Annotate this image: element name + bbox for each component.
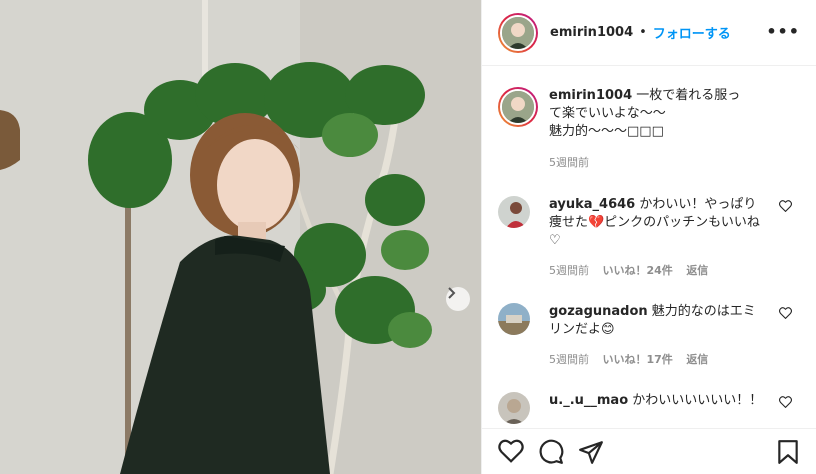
heart-icon[interactable] — [779, 307, 792, 319]
comment-text: かわいいいいいい！！ — [632, 393, 763, 408]
comment-avatar[interactable] — [498, 303, 530, 335]
post-viewer: emirin1004 • フォローする ••• emirin1004 一枚で着れ… — [0, 0, 816, 474]
chevron-right-icon — [448, 287, 456, 299]
photo-illustration — [0, 0, 481, 474]
comment-username[interactable]: u._.u__mao — [549, 393, 628, 408]
avatar-image — [502, 91, 534, 123]
avatar-image — [498, 196, 530, 228]
bookmark-icon[interactable] — [776, 439, 800, 465]
more-options-button[interactable]: ••• — [766, 22, 800, 41]
heart-icon[interactable] — [779, 200, 792, 212]
comment-username[interactable]: ayuka_4646 — [549, 197, 635, 212]
avatar-image — [498, 303, 530, 335]
avatar[interactable] — [498, 12, 538, 53]
post-photo[interactable] — [0, 0, 481, 474]
reply-button[interactable]: 返信 — [686, 264, 708, 277]
caption-meta: 5週間前 — [549, 154, 749, 172]
comment-time[interactable]: 5週間前 — [549, 353, 589, 366]
caption-avatar[interactable] — [498, 87, 538, 127]
comment-avatar[interactable] — [498, 392, 530, 424]
next-photo-button[interactable] — [446, 287, 470, 311]
caption-time[interactable]: 5週間前 — [549, 156, 589, 169]
post-side-panel: emirin1004 • フォローする ••• emirin1004 一枚で着れ… — [481, 0, 816, 474]
comment-meta: 5週間前 いいね！24件 返信 — [549, 262, 765, 280]
avatar-image — [498, 392, 530, 424]
separator-dot: • — [639, 25, 647, 40]
caption-username[interactable]: emirin1004 — [549, 88, 632, 103]
comment-username[interactable]: gozagunadon — [549, 304, 648, 319]
comment-likes[interactable]: いいね！17件 — [603, 353, 673, 366]
paper-plane-icon[interactable] — [578, 439, 604, 465]
comment-likes[interactable]: いいね！24件 — [603, 264, 673, 277]
comments-list: emirin1004 一枚で着れる服って楽でいいよな〜〜 魅力的〜〜〜□□□ 5… — [482, 67, 816, 429]
reply-button[interactable]: 返信 — [686, 353, 708, 366]
heart-icon[interactable] — [779, 396, 792, 408]
comment-body: ayuka_4646 かわいい！やっぱり痩せた💔ピンクのパッチンもいいね♡ 5週… — [549, 196, 765, 280]
avatar-image — [502, 16, 534, 49]
follow-button[interactable]: フォローする — [653, 23, 731, 42]
caption-body: emirin1004 一枚で着れる服って楽でいいよな〜〜 魅力的〜〜〜□□□ 5… — [549, 87, 749, 172]
comment-body: gozagunadon 魅力的なのはエミリンだよ😊 5週間前 いいね！17件 返… — [549, 303, 765, 369]
header-username[interactable]: emirin1004 — [550, 25, 633, 40]
speech-bubble-icon[interactable] — [538, 439, 564, 465]
action-bar — [482, 428, 816, 474]
heart-icon[interactable] — [498, 439, 524, 463]
post-header: emirin1004 • フォローする ••• — [482, 0, 816, 66]
comment-avatar[interactable] — [498, 196, 530, 228]
comment-meta: 5週間前 いいね！17件 返信 — [549, 351, 765, 369]
comment-time[interactable]: 5週間前 — [549, 264, 589, 277]
comment-body: u._.u__mao かわいいいいいい！！ — [549, 392, 765, 410]
